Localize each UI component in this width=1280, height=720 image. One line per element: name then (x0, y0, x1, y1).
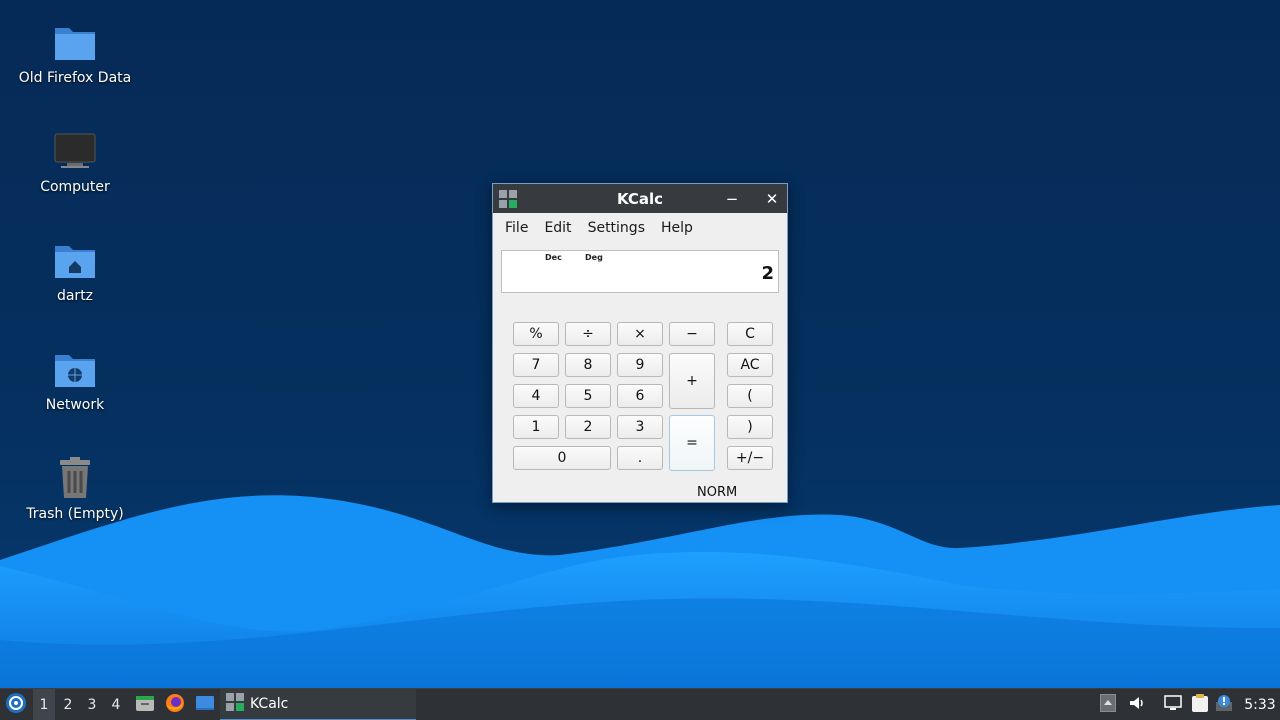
app-menu-icon (5, 692, 27, 718)
clipboard-icon (1191, 693, 1209, 717)
desktop-icon-computer[interactable]: Computer (10, 127, 140, 195)
workspace-2[interactable]: 2 (57, 689, 79, 720)
desktop-icon (195, 693, 215, 717)
task-label: KCalc (250, 696, 289, 712)
minimize-icon: − (725, 190, 739, 208)
file-manager-icon (135, 693, 155, 717)
percent-button[interactable]: % (513, 322, 559, 346)
base-indicator: Dec (545, 253, 562, 262)
digit-6-button[interactable]: 6 (617, 384, 663, 408)
close-button[interactable]: ✕ (761, 188, 783, 210)
desktop-icon-label: Network (45, 397, 105, 413)
digit-1-button[interactable]: 1 (513, 415, 559, 439)
desktop-icon-label: Trash (Empty) (26, 506, 124, 522)
decimal-point-button[interactable]: . (617, 446, 663, 470)
minimize-button[interactable]: − (721, 188, 743, 210)
digit-3-button[interactable]: 3 (617, 415, 663, 439)
desktop-icon-label: Computer (40, 179, 110, 195)
desktop-icon-old-firefox-data[interactable]: Old Firefox Data (10, 18, 140, 86)
update-notifier-button[interactable] (1213, 689, 1235, 720)
close-paren-button[interactable]: ) (727, 415, 773, 439)
digit-7-button[interactable]: 7 (513, 353, 559, 377)
start-menu-button[interactable] (2, 689, 30, 720)
computer-icon (51, 127, 99, 175)
home-folder-icon (51, 236, 99, 284)
desktop-icon-label: Old Firefox Data (18, 70, 132, 86)
network-button[interactable] (1162, 689, 1184, 720)
taskbar-task-kcalc[interactable]: KCalc (220, 689, 416, 720)
desktop-icon-label: dartz (56, 288, 94, 304)
desktop-icon-trash[interactable]: Trash (Empty) (10, 454, 140, 522)
digit-2-button[interactable]: 2 (565, 415, 611, 439)
menu-help[interactable]: Help (653, 213, 701, 243)
show-desktop-launcher[interactable] (192, 689, 218, 720)
menu-settings[interactable]: Settings (580, 213, 653, 243)
folder-icon (51, 18, 99, 66)
multiply-button[interactable]: × (617, 322, 663, 346)
workspace-1[interactable]: 1 (33, 689, 55, 720)
clock[interactable]: 5:33 (1242, 689, 1278, 720)
network-icon (1163, 694, 1183, 716)
desktop-icon-dartz[interactable]: dartz (10, 236, 140, 304)
file-manager-launcher[interactable] (132, 689, 158, 720)
close-icon: ✕ (765, 190, 779, 208)
window-title: KCalc (616, 189, 664, 208)
kcalc-task-icon (226, 693, 244, 715)
firefox-launcher[interactable] (162, 689, 188, 720)
digit-4-button[interactable]: 4 (513, 384, 559, 408)
minus-button[interactable]: − (669, 322, 715, 346)
divide-button[interactable]: ÷ (565, 322, 611, 346)
digit-0-button[interactable]: 0 (513, 446, 611, 470)
kcalc-app-icon[interactable] (499, 190, 517, 208)
plus-button[interactable]: + (669, 353, 715, 409)
volume-icon (1128, 694, 1146, 716)
desktop: Old Firefox Data Computer dartz Network … (0, 0, 1280, 688)
trash-icon (51, 454, 99, 502)
digit-8-button[interactable]: 8 (565, 353, 611, 377)
workspace-3[interactable]: 3 (81, 689, 103, 720)
tray-expand-icon (1100, 694, 1116, 716)
volume-button[interactable] (1126, 689, 1148, 720)
menu-edit[interactable]: Edit (536, 213, 579, 243)
open-paren-button[interactable]: ( (727, 384, 773, 408)
menubar: File Edit Settings Help (493, 213, 787, 243)
clear-button[interactable]: C (727, 322, 773, 346)
tray-expand-button[interactable] (1098, 689, 1118, 720)
menu-file[interactable]: File (497, 213, 536, 243)
display-value: 2 (761, 263, 774, 284)
digit-9-button[interactable]: 9 (617, 353, 663, 377)
taskbar: 1 2 3 4 KCalc 5:33 (0, 688, 1280, 720)
workspace-4[interactable]: 4 (105, 689, 127, 720)
calculator-display: Dec Deg 2 (501, 250, 779, 293)
kcalc-window: KCalc − ✕ File Edit Settings Help Dec De… (492, 183, 788, 503)
equals-button[interactable]: = (669, 415, 715, 471)
clipboard-button[interactable] (1189, 689, 1211, 720)
firefox-icon (165, 693, 185, 717)
network-folder-icon (51, 345, 99, 393)
update-notifier-icon (1215, 694, 1233, 716)
window-titlebar[interactable]: KCalc − ✕ (493, 184, 787, 213)
digit-5-button[interactable]: 5 (565, 384, 611, 408)
desktop-icon-network[interactable]: Network (10, 345, 140, 413)
sign-toggle-button[interactable]: +/− (727, 446, 773, 470)
all-clear-button[interactable]: AC (727, 353, 773, 377)
angle-indicator: Deg (585, 253, 603, 262)
mode-indicator: NORM (697, 485, 738, 500)
